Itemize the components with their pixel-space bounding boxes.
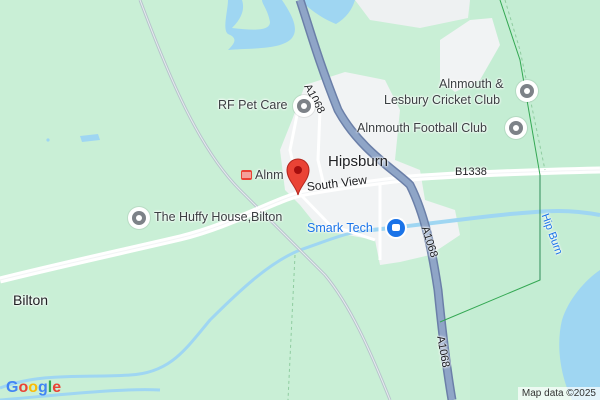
- google-logo-o1: o: [18, 379, 29, 396]
- road-label-b1338: B1338: [455, 166, 487, 178]
- business-label-smark-tech[interactable]: Smark Tech: [307, 221, 373, 235]
- google-logo-g2: g: [38, 379, 48, 396]
- poi-label-huffy-house[interactable]: The Huffy House,Bilton: [154, 210, 282, 224]
- poi-label-cricket-club-2[interactable]: Lesbury Cricket Club: [384, 93, 500, 107]
- poi-label-cricket-club-1[interactable]: Alnmouth &: [439, 77, 504, 91]
- google-logo-o2: o: [28, 379, 39, 396]
- map-attribution[interactable]: Map data ©2025: [517, 387, 600, 400]
- place-label-hipsburn[interactable]: Hipsburn: [328, 153, 388, 170]
- poi-label-football-club[interactable]: Alnmouth Football Club: [357, 121, 487, 135]
- google-logo-g: G: [6, 379, 19, 396]
- train-icon[interactable]: [241, 170, 252, 180]
- map-base-layer: [0, 0, 600, 400]
- place-icon[interactable]: [516, 80, 538, 102]
- google-logo: Google: [6, 379, 61, 397]
- google-logo-e: e: [52, 379, 62, 396]
- poi-label-rf-pet-care[interactable]: RF Pet Care: [218, 98, 287, 112]
- pond-small: [46, 138, 50, 142]
- location-pin-icon[interactable]: [286, 158, 310, 196]
- map-canvas[interactable]: A1068 A1068 A1068 B1338 South View Hip B…: [0, 0, 600, 400]
- place-icon[interactable]: [505, 117, 527, 139]
- place-icon[interactable]: [293, 95, 315, 117]
- place-icon[interactable]: [128, 207, 150, 229]
- station-label-alnmouth[interactable]: Alnm: [255, 168, 283, 182]
- shop-icon[interactable]: [385, 217, 407, 239]
- place-label-bilton[interactable]: Bilton: [13, 292, 48, 308]
